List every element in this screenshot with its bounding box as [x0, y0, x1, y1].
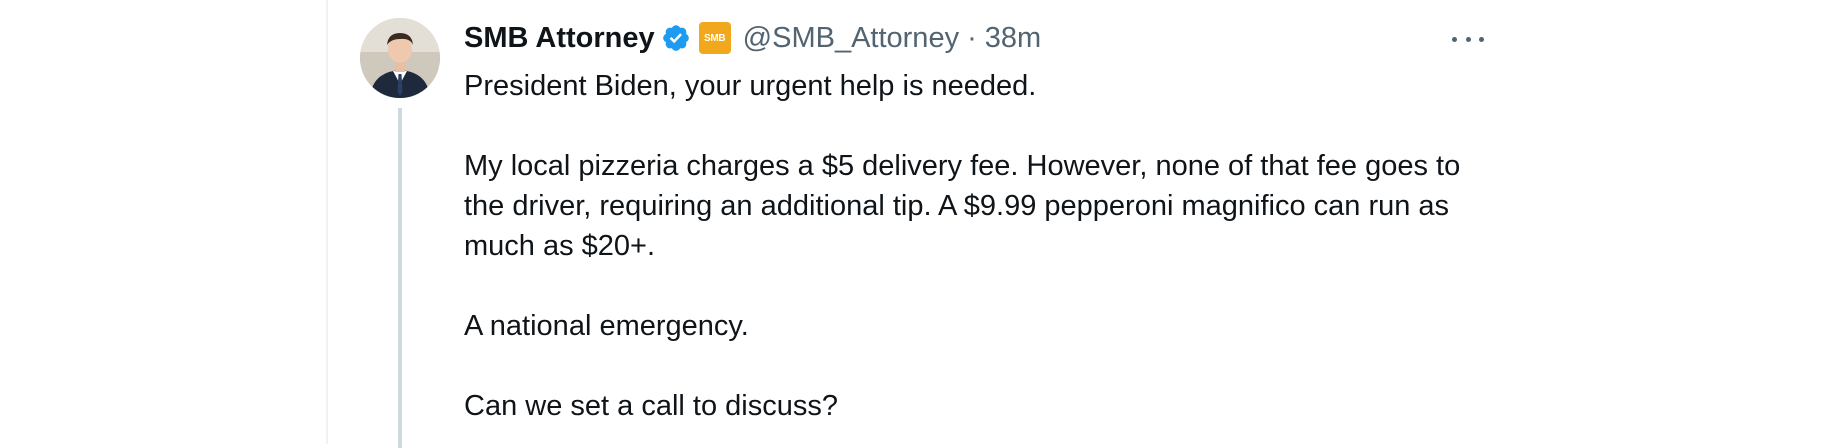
author-handle[interactable]: @SMB_Attorney [743, 22, 959, 55]
tweet-paragraph: President Biden, your urgent help is nee… [464, 70, 1037, 102]
tweet-text: President Biden, your urgent help is nee… [464, 66, 1504, 426]
more-dot [1452, 36, 1457, 42]
timestamp[interactable]: 38m [985, 22, 1041, 55]
tweet-paragraph: My local pizzeria charges a $5 delivery … [464, 150, 1461, 262]
tweet-paragraph: A national emergency. [464, 310, 749, 342]
tweet[interactable]: SMB Attorney SMB @SMB_Attorney · 38m Pre… [360, 18, 1510, 448]
more-options-icon[interactable] [1452, 32, 1484, 46]
tweet-paragraph: Can we set a call to discuss? [464, 390, 838, 422]
avatar-portrait-icon [360, 18, 440, 98]
more-dot [1479, 36, 1484, 42]
author-name[interactable]: SMB Attorney [464, 22, 655, 55]
separator-dot: · [967, 21, 977, 54]
avatar[interactable] [360, 18, 440, 98]
tweet-header: SMB Attorney SMB @SMB_Attorney · 38m [464, 20, 1041, 56]
verified-badge-icon[interactable] [661, 23, 691, 53]
more-dot [1465, 36, 1471, 42]
timeline-column-border [326, 0, 328, 444]
thread-line [398, 108, 402, 448]
affiliate-badge[interactable]: SMB [698, 22, 731, 54]
